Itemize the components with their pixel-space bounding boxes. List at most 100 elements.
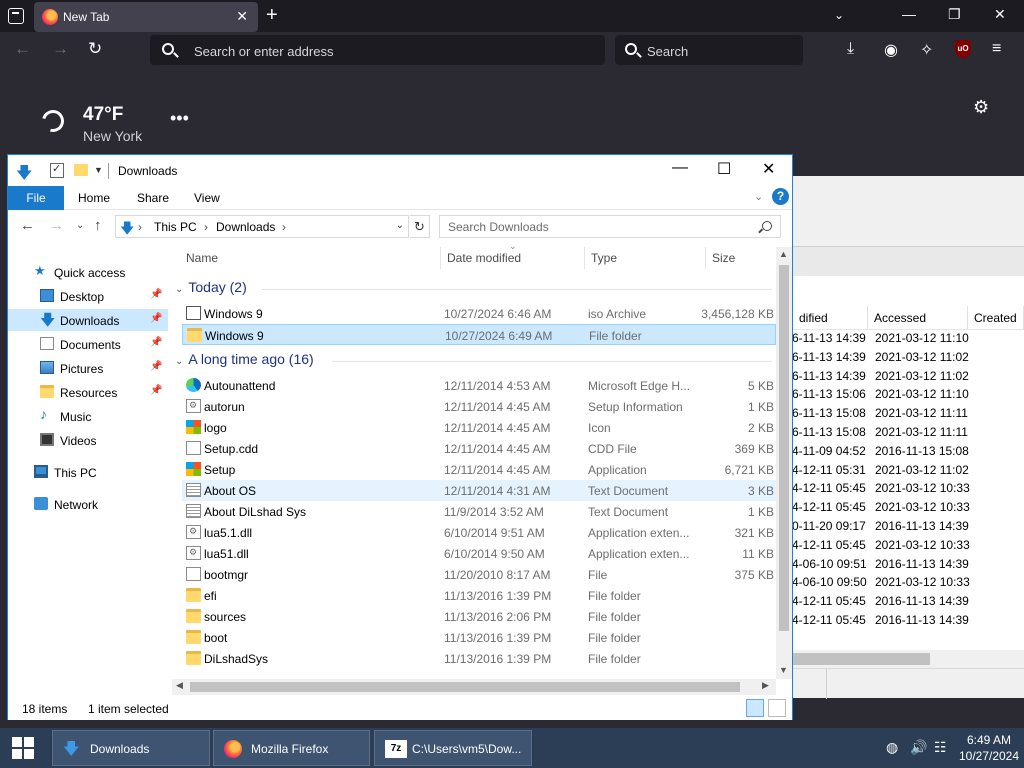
address-bar[interactable]: Search or enter address xyxy=(150,35,605,65)
pin-icon[interactable]: 📌 xyxy=(150,337,162,348)
restore-icon[interactable]: ❐ xyxy=(948,6,961,23)
file-row[interactable]: sources 11/13/2016 2:06 PM File folder xyxy=(182,606,776,627)
close-tab-icon[interactable]: ✕ xyxy=(236,8,248,25)
back-arrow-icon[interactable]: ← xyxy=(14,39,31,59)
close-icon[interactable]: ✕ xyxy=(762,159,775,179)
column-name[interactable]: Name xyxy=(186,251,218,265)
sidebar-item-documents[interactable]: Documents 📌 xyxy=(8,333,168,355)
new-folder-icon[interactable] xyxy=(74,164,88,176)
file-row[interactable]: Autounattend 12/11/2014 4:53 AM Microsoft … xyxy=(182,375,776,396)
tab-list-icon[interactable] xyxy=(8,8,24,24)
maximize-icon[interactable]: ☐ xyxy=(717,159,731,179)
file-row[interactable]: DiLshadSys 11/13/2016 1:39 PM File folder xyxy=(182,648,776,669)
large-icons-view-icon[interactable] xyxy=(768,699,786,717)
search-bar[interactable]: Search xyxy=(615,35,803,65)
column-date-modified[interactable]: Date modified xyxy=(447,251,521,265)
notification-icon[interactable]: ☷ xyxy=(934,739,947,756)
taskbar-explorer[interactable]: 🡇 Downloads xyxy=(52,730,210,766)
help-icon[interactable]: ? xyxy=(772,188,789,205)
collapse-group-icon[interactable]: ⌄ xyxy=(175,284,183,295)
address-dropdown-icon[interactable]: ⌄ xyxy=(396,220,404,231)
pin-icon[interactable]: 📌 xyxy=(150,289,162,300)
sidebar-item-quick-access[interactable]: ★ Quick access xyxy=(8,261,168,283)
file-row[interactable]: lua5.1.dll 6/10/2014 9:51 AM Application e… xyxy=(182,522,776,543)
account-icon[interactable]: ◉ xyxy=(884,40,898,60)
column-modified[interactable]: dified xyxy=(792,306,868,330)
horizontal-scrollbar[interactable]: ◀ ▶ xyxy=(172,679,776,695)
new-tab-plus-icon[interactable]: + xyxy=(266,5,278,25)
tab-share[interactable]: Share xyxy=(137,191,169,205)
group-header[interactable]: ⌄ A long time ago (16) xyxy=(175,351,314,367)
sidebar-item-downloads[interactable]: 🡇 Downloads 📌 xyxy=(8,309,168,331)
file-row[interactable]: bootmgr 11/20/2010 8:17 AM File 375 KB xyxy=(182,564,776,585)
close-window-icon[interactable]: ✕ xyxy=(994,6,1006,23)
sidebar-item-resources[interactable]: Resources 📌 xyxy=(8,381,168,403)
scroll-down-icon[interactable]: ▼ xyxy=(779,665,788,675)
group-header[interactable]: ⌄ Today (2) xyxy=(175,279,247,295)
network-globe-icon[interactable]: ◍ xyxy=(886,739,898,756)
file-row[interactable]: autorun 12/11/2014 4:45 AM Setup Informati… xyxy=(182,396,776,417)
back-arrow-icon[interactable]: ← xyxy=(20,217,35,234)
more-options-icon[interactable]: ••• xyxy=(170,108,189,129)
horizontal-scrollbar[interactable] xyxy=(792,650,1024,668)
extensions-icon[interactable]: ✧ xyxy=(920,40,933,60)
taskbar-firefox[interactable]: Mozilla Firefox xyxy=(213,730,370,766)
file-row[interactable]: About OS 12/11/2014 4:31 AM Text Document 3… xyxy=(182,480,776,501)
volume-icon[interactable]: 🔊 xyxy=(910,739,927,756)
file-row[interactable]: About DiLshad Sys 11/9/2014 3:52 AM Text D… xyxy=(182,501,776,522)
address-bar[interactable]: 🡇 › This PC › Downloads › ⌄ xyxy=(115,215,409,238)
weather-temperature[interactable]: 47°F xyxy=(83,104,123,126)
windows-start-icon[interactable] xyxy=(12,737,34,759)
sidebar-item-videos[interactable]: Videos xyxy=(8,429,168,451)
weather-city[interactable]: New York xyxy=(83,128,142,144)
file-row[interactable]: Windows 9 10/27/2024 6:46 AM iso Archive 3,… xyxy=(182,303,776,324)
file-row[interactable]: lua51.dll 6/10/2014 9:50 AM Application ex… xyxy=(182,543,776,564)
search-input[interactable]: Search Downloads xyxy=(439,215,781,238)
taskbar-7zip[interactable]: 7z C:\Users\vm5\Dow... xyxy=(374,730,532,766)
tab-file[interactable]: File xyxy=(8,186,64,210)
column-type[interactable]: Type xyxy=(591,251,617,265)
file-row[interactable]: efi 11/13/2016 1:39 PM File folder xyxy=(182,585,776,606)
gear-icon[interactable]: ⚙ xyxy=(973,97,989,118)
minimize-icon[interactable]: — xyxy=(902,6,916,22)
sidebar-item-pictures[interactable]: Pictures 📌 xyxy=(8,357,168,379)
forward-arrow-icon[interactable]: → xyxy=(52,39,69,59)
scroll-thumb[interactable] xyxy=(779,265,789,631)
sidebar-item-network[interactable]: Network xyxy=(8,493,168,515)
refresh-icon[interactable]: ↻ xyxy=(410,215,430,238)
breadcrumb-downloads[interactable]: Downloads xyxy=(216,220,275,234)
column-created[interactable]: Created xyxy=(968,306,1024,330)
scroll-thumb[interactable] xyxy=(792,653,930,665)
scroll-up-icon[interactable]: ▲ xyxy=(779,249,788,259)
chevron-down-icon[interactable]: ⌄ xyxy=(834,8,844,22)
column-size[interactable]: Size xyxy=(712,251,735,265)
file-row[interactable]: boot 11/13/2016 1:39 PM File folder xyxy=(182,627,776,648)
tab-new-tab[interactable]: New Tab ✕ xyxy=(34,2,258,32)
sidebar-item-music[interactable]: ♪ Music xyxy=(8,405,168,427)
properties-icon[interactable] xyxy=(50,162,64,178)
scroll-left-icon[interactable]: ◀ xyxy=(176,680,183,691)
recent-locations-icon[interactable]: ⌄ xyxy=(76,220,84,231)
reload-icon[interactable]: ↻ xyxy=(88,39,102,59)
minimize-icon[interactable]: — xyxy=(672,159,688,177)
downloads-icon[interactable]: ⤓ xyxy=(847,40,854,58)
details-view-icon[interactable] xyxy=(746,699,764,717)
vertical-scrollbar[interactable]: ▲ ▼ xyxy=(776,247,792,679)
breadcrumb-this-pc[interactable]: This PC xyxy=(154,220,197,234)
file-row[interactable]: Setup.cdd 12/11/2014 4:45 AM CDD File 369 K… xyxy=(182,438,776,459)
collapse-group-icon[interactable]: ⌄ xyxy=(175,356,183,367)
file-row[interactable]: logo 12/11/2014 4:45 AM Icon 2 KB xyxy=(182,417,776,438)
forward-arrow-icon[interactable]: → xyxy=(49,217,64,234)
file-row[interactable]: Setup 12/11/2014 4:45 AM Application 6,721 … xyxy=(182,459,776,480)
up-arrow-icon[interactable]: ↑ xyxy=(94,217,102,234)
pin-icon[interactable]: 📌 xyxy=(150,361,162,372)
menu-icon[interactable]: ≡ xyxy=(992,40,1001,58)
customize-quick-access-icon[interactable]: ▼ xyxy=(94,165,103,175)
download-arrow-icon[interactable]: 🡇 xyxy=(16,162,32,189)
tab-home[interactable]: Home xyxy=(78,191,110,205)
sidebar-item-desktop[interactable]: Desktop 📌 xyxy=(8,285,168,307)
expand-ribbon-icon[interactable]: ⌄ xyxy=(754,190,763,203)
tab-view[interactable]: View xyxy=(194,191,220,205)
scroll-thumb[interactable] xyxy=(190,682,740,692)
pin-icon[interactable]: 📌 xyxy=(150,313,162,324)
